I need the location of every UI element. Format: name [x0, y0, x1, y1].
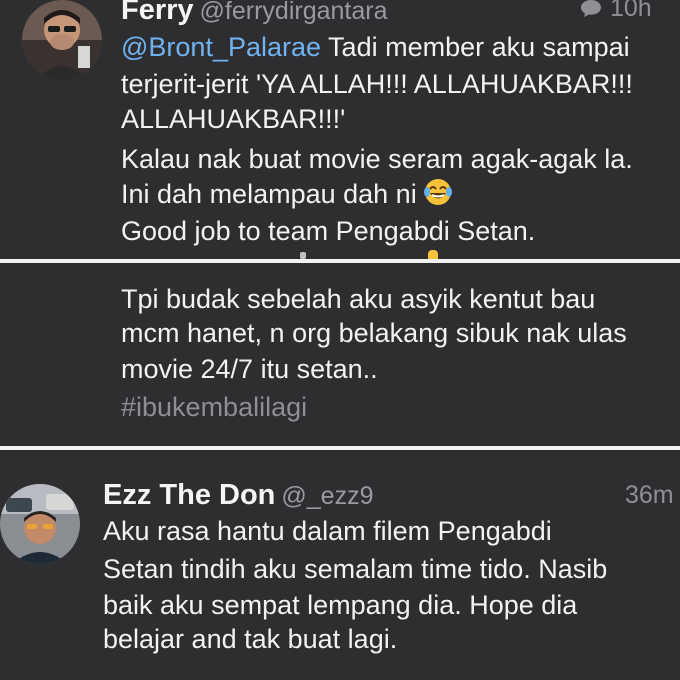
tweet-ferry-line-1: @Bront_Palarae Tadi member aku sampai: [121, 30, 630, 64]
tweet-continuation-line-1: Tpi budak sebelah aku asyik kentut bau: [121, 284, 596, 314]
tweet-panel-ferry[interactable]: Ferry @ferrydirgantara 10h @Bront_Palarae…: [0, 0, 680, 259]
tweet-ezz-line-1: Aku rasa hantu dalam filem Pengabdi: [103, 516, 552, 546]
tweet-ezz-line-3: baik aku sempat lempang dia. Hope dia: [103, 590, 578, 620]
username-ezz[interactable]: @_ezz9: [281, 482, 373, 510]
face-with-tears-of-joy-icon: [423, 179, 452, 205]
timestamp-ezz[interactable]: 36m: [625, 481, 674, 510]
hashtag-link[interactable]: #ibukembalilagi: [121, 390, 307, 424]
tweet-ferry-line-2: terjerit-jerit 'YA ALLAH!!! ALLAHUAKBAR!…: [121, 69, 633, 99]
timestamp-ferry[interactable]: 10h: [580, 0, 652, 23]
tweet-ferry-line-5: Ini dah melampau dah ni: [121, 177, 453, 211]
tweet-header-ezz: Ezz The Don @_ezz9: [103, 479, 373, 512]
tweet-ferry-line-4: Kalau nak buat movie seram agak-agak la.: [121, 144, 633, 174]
tweet-ferry-line-1-text: Tadi member aku sampai: [328, 32, 630, 62]
timestamp-ferry-text: 10h: [610, 0, 652, 22]
display-name-ezz[interactable]: Ezz The Don: [103, 479, 275, 511]
partial-text-remnant: [300, 252, 306, 259]
tweet-ferry-line-6: Good job to team Pengabdi Setan.: [121, 216, 536, 246]
username-ferry[interactable]: @ferrydirgantara: [200, 0, 388, 25]
mention-link[interactable]: @Bront_Palarae: [121, 32, 321, 62]
tweet-header-ferry: Ferry @ferrydirgantara: [121, 0, 388, 27]
avatar-ezz[interactable]: [0, 484, 80, 564]
tweet-ferry-line-5-text: Ini dah melampau dah ni: [121, 179, 417, 209]
tweet-continuation-line-2: mcm hanet, n org belakang sibuk nak ulas: [121, 318, 627, 348]
display-name-ferry[interactable]: Ferry: [121, 0, 194, 26]
avatar-ferry[interactable]: [22, 0, 102, 80]
tweet-continuation-line-3: movie 24/7 itu setan..: [121, 354, 378, 384]
speech-bubble-icon: [581, 0, 601, 17]
tweet-panel-continuation[interactable]: Tpi budak sebelah aku asyik kentut bau m…: [0, 263, 680, 446]
tweet-panel-ezz[interactable]: Ezz The Don @_ezz9 36m Aku rasa hantu dal…: [0, 450, 680, 680]
avatar-ezz-image: [0, 484, 80, 564]
tweet-ezz-line-4: belajar and tak buat lagi.: [103, 624, 398, 654]
tweet-ezz-line-2: Setan tindih aku semalam time tido. Nasi…: [103, 554, 608, 584]
partial-emoji-remnant: [428, 250, 438, 259]
tweet-ferry-line-3: ALLAHUAKBAR!!!': [121, 104, 346, 134]
avatar-ferry-image: [22, 0, 102, 80]
screenshot-collage: Ferry @ferrydirgantara 10h @Bront_Palarae…: [0, 0, 680, 680]
